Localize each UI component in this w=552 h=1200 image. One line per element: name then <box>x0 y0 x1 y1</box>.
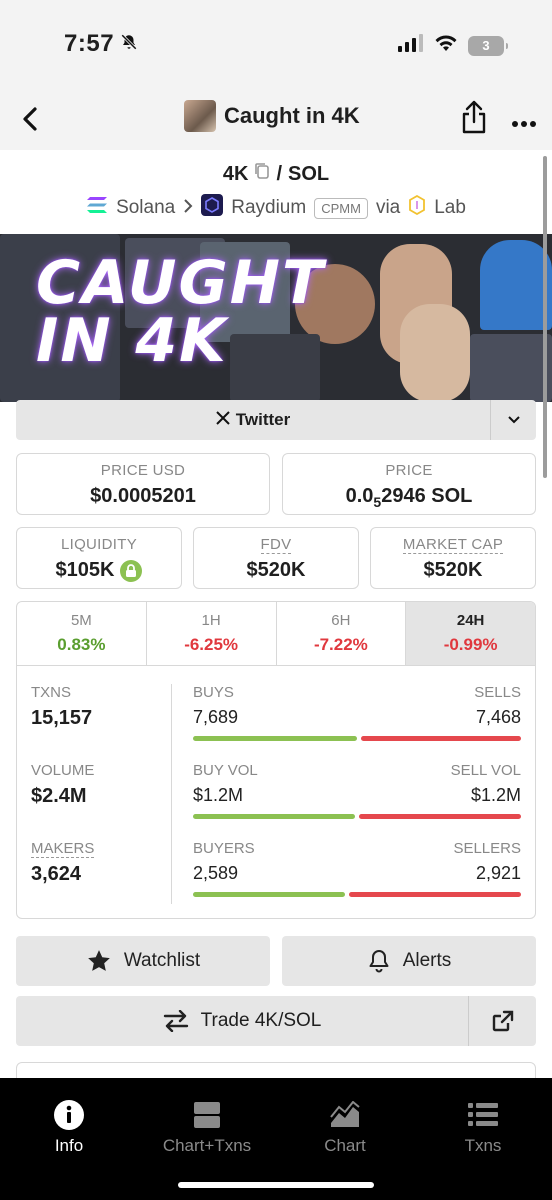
volume-split-row: BUY VOL SELL VOL $1.2M $1.2M <box>193 762 521 840</box>
buyers-sellers-row: BUYERS SELLERS 2,589 2,921 <box>193 840 521 918</box>
tab-txns[interactable]: Txns <box>418 1098 548 1156</box>
tab-info[interactable]: Info <box>4 1098 134 1156</box>
x-logo-icon <box>216 410 230 430</box>
divider <box>171 684 172 904</box>
token-title: Caught in 4K <box>184 100 360 132</box>
price-usd-card: PRICE USD $0.0005201 <box>16 453 270 515</box>
buy-sell-column: BUYS SELLS 7,689 7,468 BUY VOL SELL VOL $1.… <box>193 684 521 918</box>
token-banner-image: CAUGHT IN 4K <box>0 234 552 402</box>
bell-muted-icon <box>120 30 138 58</box>
social-links-bar: Twitter <box>16 400 536 440</box>
trade-button[interactable]: Trade 4K/SOL <box>16 996 468 1046</box>
timeframe-tabs: 5M 0.83% 1H -6.25% 6H -7.22% 24H -0.99% <box>17 602 535 666</box>
more-options-button[interactable] <box>512 104 536 135</box>
watchlist-button[interactable]: Watchlist <box>16 936 270 986</box>
solana-icon <box>86 196 108 220</box>
share-icon <box>462 100 486 134</box>
price-native-value: 0.052946 SOL <box>345 485 473 510</box>
chain-name[interactable]: Solana <box>116 197 175 219</box>
alerts-button[interactable]: Alerts <box>282 936 536 986</box>
tab-1h[interactable]: 1H -6.25% <box>147 602 277 665</box>
liquidity-card: LIQUIDITY $105K <box>16 527 182 589</box>
clock: 7:57 <box>64 30 138 58</box>
totals-column: TXNS 15,157 VOLUME $2.4M MAKERS 3,624 <box>31 684 171 918</box>
raydium-icon <box>201 194 224 222</box>
via-text: via <box>375 197 401 218</box>
tab-chart-txns[interactable]: Chart+Txns <box>142 1098 272 1156</box>
bell-icon <box>369 950 389 973</box>
volume-metric: VOLUME $2.4M <box>31 762 95 807</box>
dex-name[interactable]: Raydium <box>231 197 306 219</box>
chevron-down-icon <box>507 416 520 424</box>
trade-external-link-button[interactable] <box>468 996 536 1046</box>
tab-6h[interactable]: 6H -7.22% <box>277 602 407 665</box>
tab-chart[interactable]: Chart <box>280 1098 410 1156</box>
trading-stats-panel: 5M 0.83% 1H -6.25% 6H -7.22% 24H -0.99% … <box>16 601 536 919</box>
wifi-icon <box>434 34 458 57</box>
star-icon <box>87 950 110 971</box>
ellipsis-icon <box>512 121 536 127</box>
social-links-dropdown[interactable] <box>490 400 536 440</box>
back-button[interactable] <box>16 102 44 136</box>
lab-icon <box>408 194 426 221</box>
twitter-link[interactable]: Twitter <box>16 410 490 430</box>
split-layout-icon <box>194 1102 220 1128</box>
trade-bar: Trade 4K/SOL <box>16 996 536 1046</box>
chevron-right-icon <box>183 197 193 219</box>
market-cap-card: MARKET CAP $520K <box>370 527 536 589</box>
tab-5m[interactable]: 5M 0.83% <box>17 602 147 665</box>
share-button[interactable] <box>460 100 488 139</box>
banner-title: CAUGHT IN 4K <box>36 248 325 376</box>
buyers-bar <box>193 892 346 897</box>
cellular-signal-icon <box>398 34 424 57</box>
buys-bar <box>193 736 358 741</box>
external-link-icon <box>492 1010 513 1032</box>
pool-type-badge: CPMM <box>314 197 368 219</box>
info-icon <box>54 1100 84 1130</box>
buys-sells-row: BUYS SELLS 7,689 7,468 <box>193 684 521 762</box>
list-icon <box>468 1103 498 1126</box>
buyers-ratio-bar <box>193 892 521 897</box>
price-native-card: PRICE 0.052946 SOL <box>282 453 536 515</box>
tab-24h[interactable]: 24H -0.99% <box>406 602 535 665</box>
area-chart-icon <box>330 1101 360 1127</box>
volume-ratio-bar <box>193 814 521 819</box>
chevron-left-icon <box>23 107 37 131</box>
token-avatar <box>184 100 216 132</box>
sellers-bar <box>349 892 521 897</box>
buy-vol-bar <box>193 814 355 819</box>
chain-breadcrumb: Solana Raydium CPMM via Lab <box>0 194 552 222</box>
liquidity-lock-icon[interactable] <box>120 559 143 582</box>
launchpad-name[interactable]: Lab <box>434 197 466 219</box>
makers-metric: MAKERS 3,624 <box>31 840 95 885</box>
copy-icon[interactable] <box>254 162 270 186</box>
buys-sells-ratio-bar <box>193 736 521 741</box>
sells-bar <box>361 736 521 741</box>
pair-header: 4K / SOL <box>222 162 330 186</box>
home-indicator <box>178 1182 374 1188</box>
status-bar: 7:57 3 <box>0 0 552 90</box>
navigation-bar: Caught in 4K <box>0 90 552 150</box>
swap-arrows-icon <box>163 1010 188 1032</box>
txns-metric: TXNS 15,157 <box>31 684 93 729</box>
sell-vol-bar <box>359 814 521 819</box>
battery-indicator: 3 <box>468 35 508 56</box>
scrollbar[interactable] <box>543 156 547 478</box>
fdv-card: FDV $520K <box>193 527 359 589</box>
